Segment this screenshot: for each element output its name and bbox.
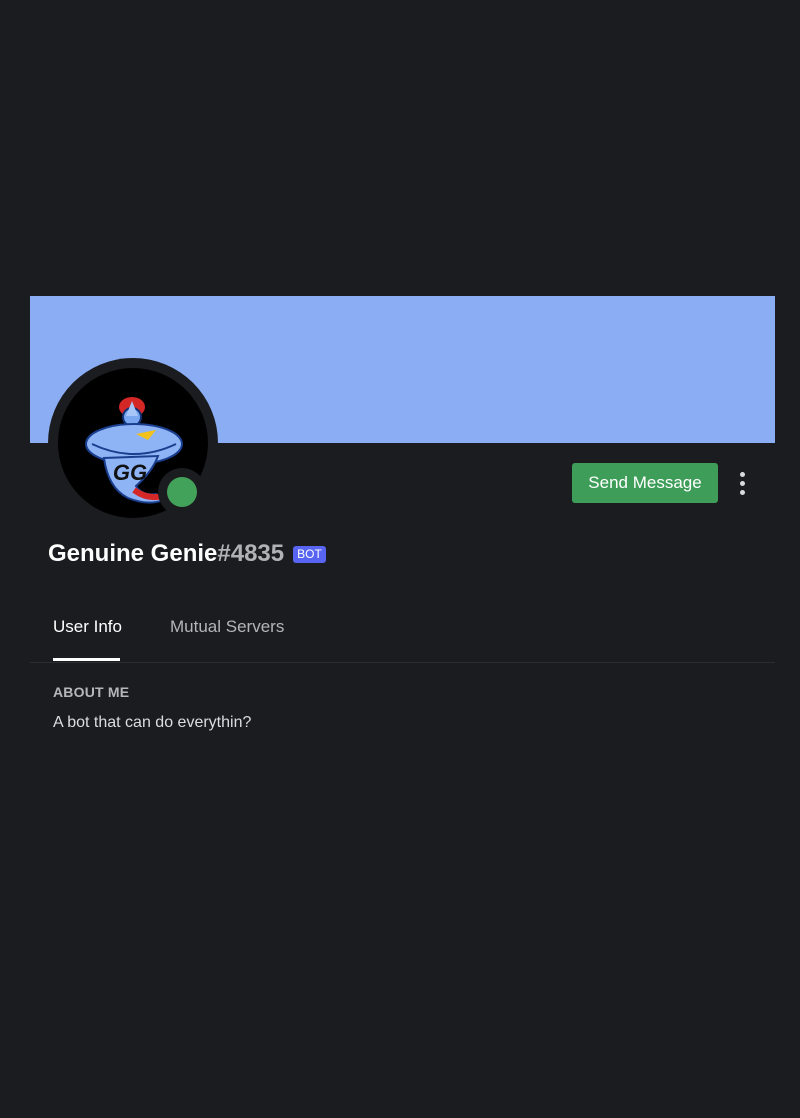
bot-badge: BOT	[293, 545, 326, 563]
tab-mutual-servers[interactable]: Mutual Servers	[170, 617, 284, 637]
tab-user-info[interactable]: User Info	[53, 617, 122, 637]
status-indicator	[158, 468, 206, 516]
active-tab-indicator	[53, 658, 120, 661]
about-me-heading: ABOUT ME	[53, 684, 130, 700]
profile-tabs: User Info Mutual Servers	[30, 601, 775, 663]
about-me-text: A bot that can do everythin?	[53, 714, 252, 731]
online-status-icon	[167, 477, 197, 507]
name-row: Genuine Genie #4835 BOT	[48, 540, 326, 568]
discriminator: #4835	[217, 540, 285, 567]
send-message-button[interactable]: Send Message	[572, 463, 718, 503]
avatar-initials: GG	[113, 460, 147, 485]
username: Genuine Genie	[48, 540, 218, 567]
avatar-frame: GG	[48, 358, 218, 528]
profile-card: GG Send Message Genuine Genie #4835 BOT …	[30, 296, 775, 1118]
more-vertical-icon[interactable]	[728, 466, 756, 500]
